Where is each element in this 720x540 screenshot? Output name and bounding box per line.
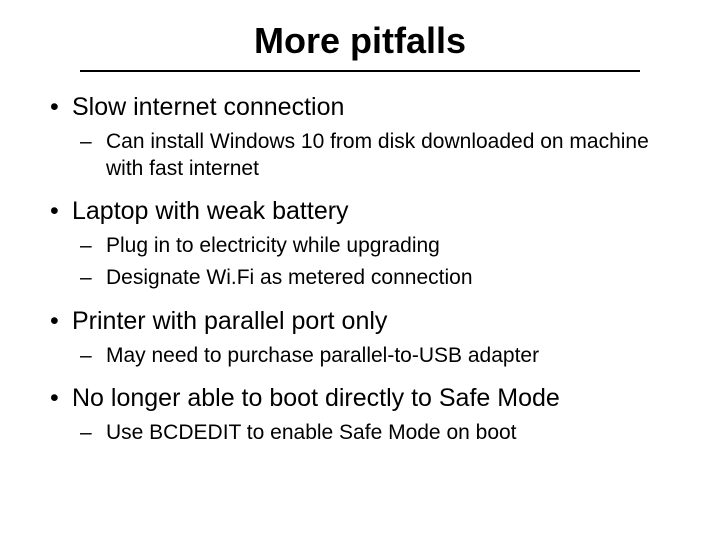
bullet-item: No longer able to boot directly to Safe … — [50, 383, 670, 414]
title-wrapper: More pitfalls — [60, 20, 660, 72]
bullet-item: Laptop with weak battery — [50, 196, 670, 227]
sub-bullet-item: Can install Windows 10 from disk downloa… — [80, 129, 670, 182]
title-underline — [80, 70, 640, 72]
slide: More pitfalls Slow internet connection C… — [0, 20, 720, 520]
sub-bullet-item: Use BCDEDIT to enable Safe Mode on boot — [80, 420, 670, 446]
sub-bullet-item: May need to purchase parallel-to-USB ada… — [80, 343, 670, 369]
sub-bullet-item: Plug in to electricity while upgrading — [80, 233, 670, 259]
slide-title: More pitfalls — [254, 20, 466, 70]
bullet-item: Printer with parallel port only — [50, 306, 670, 337]
slide-content: Slow internet connection Can install Win… — [0, 92, 720, 447]
sub-bullet-item: Designate Wi.Fi as metered connection — [80, 265, 670, 291]
bullet-item: Slow internet connection — [50, 92, 670, 123]
